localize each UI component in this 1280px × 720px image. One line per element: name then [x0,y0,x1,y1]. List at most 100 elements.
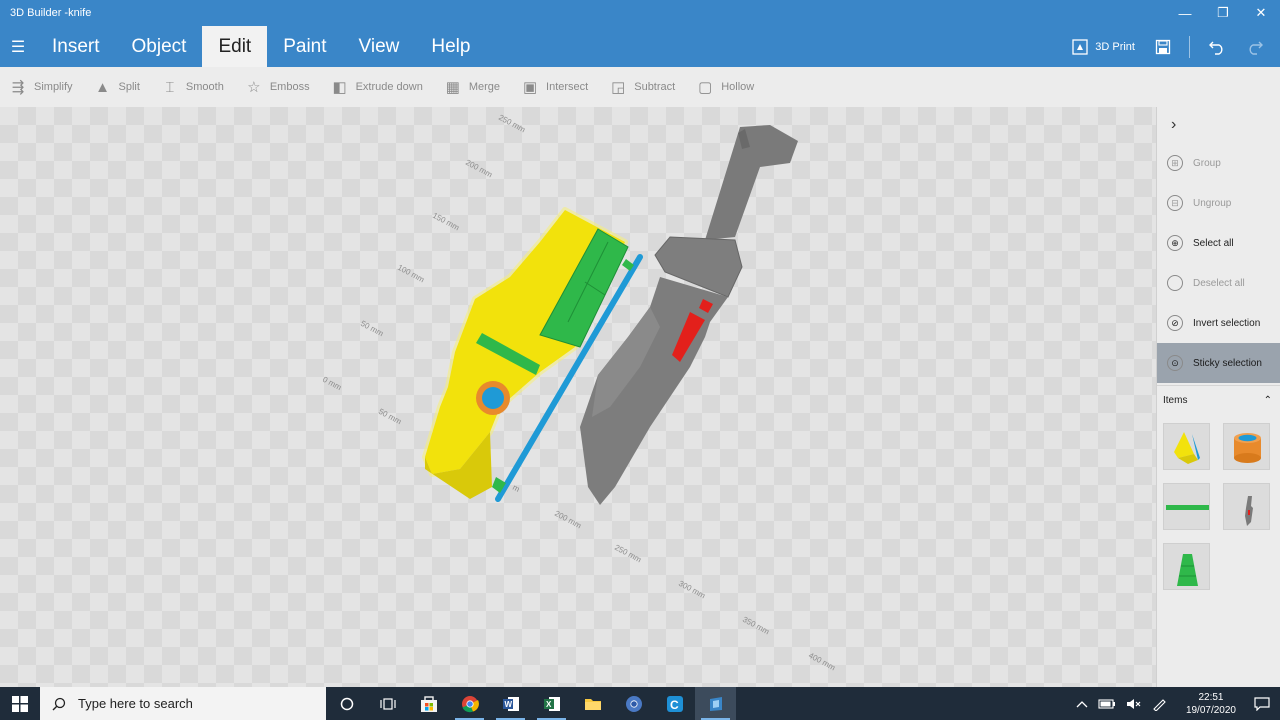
subtract-button[interactable]: ◲ Subtract [610,78,675,96]
ruler-label: 0 mm [321,375,343,392]
emboss-button[interactable]: ☆ Emboss [246,78,309,96]
merge-label: Merge [468,81,501,93]
3d-print-button[interactable]: 3D Print [1061,26,1145,67]
clock[interactable]: 22:51 19/07/2020 [1178,691,1244,717]
window-title: 3D Builder -knife [10,7,92,19]
ruler-label: 300 mm [677,579,707,601]
clock-date: 19/07/2020 [1185,704,1236,716]
3d-builder-taskbar-icon[interactable] [695,687,736,720]
select-all-icon: ⊕ [1167,235,1183,251]
ungroup-label: Ungroup [1193,197,1232,209]
tray-chevron-up-icon[interactable] [1076,699,1088,709]
group-icon: ⊞ [1167,155,1183,171]
redo-icon [1249,41,1263,55]
merge-button[interactable]: ▦ Merge [445,78,500,96]
menu-bar: ☰ Insert Object Edit Paint View Help 3D … [0,26,1280,67]
chrome-icon[interactable] [449,687,490,720]
battery-icon[interactable] [1098,698,1116,709]
file-explorer-icon[interactable] [572,687,613,720]
intersect-icon: ▣ [522,79,538,96]
scene-canvas[interactable]: 250 mm 200 mm 150 mm 100 mm 50 mm 0 mm 5… [0,107,1156,687]
emboss-icon: ☆ [247,79,261,96]
menu-help[interactable]: Help [415,26,486,67]
invert-selection-icon: ⊘ [1167,315,1183,331]
search-placeholder: Type here to search [78,696,193,711]
svg-text:C: C [670,698,679,712]
intersect-label: Intersect [546,81,589,93]
menu-paint[interactable]: Paint [267,26,342,67]
start-button[interactable] [0,687,40,720]
group-label: Group [1193,157,1221,169]
subtract-icon: ◲ [611,79,626,96]
sticky-selection-label: Sticky selection [1193,357,1262,369]
menu-edit[interactable]: Edit [202,26,268,67]
item-thumb-knife[interactable] [1223,483,1270,530]
invert-selection-label: Invert selection [1193,317,1261,329]
panel-collapse-chevron-icon[interactable]: › [1157,107,1280,143]
item-thumb-green-trapezoid[interactable] [1163,543,1210,590]
title-bar: 3D Builder -knife — ❐ ✕ [0,0,1280,26]
hollow-label: Hollow [721,81,755,93]
chrome-alt-icon[interactable] [613,687,654,720]
extrude-down-icon: ◧ [332,79,347,96]
simplify-icon: ⇶ [11,79,25,96]
items-header[interactable]: Items ⌃ [1157,385,1280,415]
invert-selection-button[interactable]: ⊘ Invert selection [1157,303,1280,343]
undo-icon [1209,41,1223,55]
ruler-label: 50 mm [377,407,403,427]
item-thumb-orange-cylinder[interactable] [1223,423,1270,470]
extrude-down-button[interactable]: ◧ Extrude down [332,78,423,96]
edge-icon[interactable]: C [654,687,695,720]
extrude-down-label: Extrude down [355,81,423,93]
save-button[interactable] [1145,26,1181,67]
ruler-label: m [511,483,521,494]
maximize-button[interactable]: ❐ [1204,0,1242,26]
ruler-label: 50 mm [359,319,385,339]
ruler-label: 100 mm [396,263,426,285]
sticky-selection-button[interactable]: ⊙ Sticky selection [1157,343,1280,383]
ruler-label: 200 mm [464,158,494,180]
hamburger-menu-icon[interactable]: ☰ [0,26,36,67]
pen-icon[interactable] [1152,697,1168,711]
cortana-icon[interactable] [326,687,367,720]
notifications-icon[interactable] [1254,696,1270,711]
deselect-all-button[interactable]: Deselect all [1157,263,1280,303]
svg-text:X: X [546,700,552,709]
intersect-button[interactable]: ▣ Intersect [522,78,588,96]
simplify-button[interactable]: ⇶ Simplify [10,78,73,96]
group-button[interactable]: ⊞ Group [1157,143,1280,183]
items-collapse-icon[interactable]: ⌃ [1264,395,1272,406]
split-button[interactable]: ▲ Split [95,79,140,96]
task-view-icon[interactable] [367,687,408,720]
items-grid [1157,415,1280,590]
excel-icon[interactable]: X [531,687,572,720]
volume-muted-icon[interactable] [1126,698,1142,710]
redo-button[interactable] [1236,26,1274,67]
minimize-button[interactable]: — [1166,0,1204,26]
taskbar-search-box[interactable]: Type here to search [40,687,326,720]
clock-time: 22:51 [1198,691,1224,703]
search-icon [52,697,66,710]
knife-object[interactable] [580,125,798,505]
undo-button[interactable] [1198,26,1236,67]
menu-object[interactable]: Object [116,26,203,67]
deselect-all-label: Deselect all [1193,277,1245,289]
ruler-label: 150 mm [431,211,461,233]
ruler-label: 350 mm [741,615,771,637]
system-tray: 22:51 19/07/2020 [1076,691,1280,717]
item-thumb-green-bar[interactable] [1163,483,1210,530]
3d-viewport[interactable]: 250 mm 200 mm 150 mm 100 mm 50 mm 0 mm 5… [0,107,1156,687]
menu-view[interactable]: View [343,26,416,67]
select-all-button[interactable]: ⊕ Select all [1157,223,1280,263]
smooth-button[interactable]: ⌶ Smooth [162,79,224,96]
item-thumb-yellow-blue-block[interactable] [1163,423,1210,470]
word-icon[interactable]: W [490,687,531,720]
menu-insert[interactable]: Insert [36,26,116,67]
hollow-button[interactable]: ▢ Hollow [697,78,754,96]
close-button[interactable]: ✕ [1242,0,1280,26]
deselect-all-icon [1167,275,1183,291]
smooth-label: Smooth [185,81,224,93]
store-icon[interactable] [408,687,449,720]
ungroup-icon: ⊟ [1167,195,1183,211]
ungroup-button[interactable]: ⊟ Ungroup [1157,183,1280,223]
